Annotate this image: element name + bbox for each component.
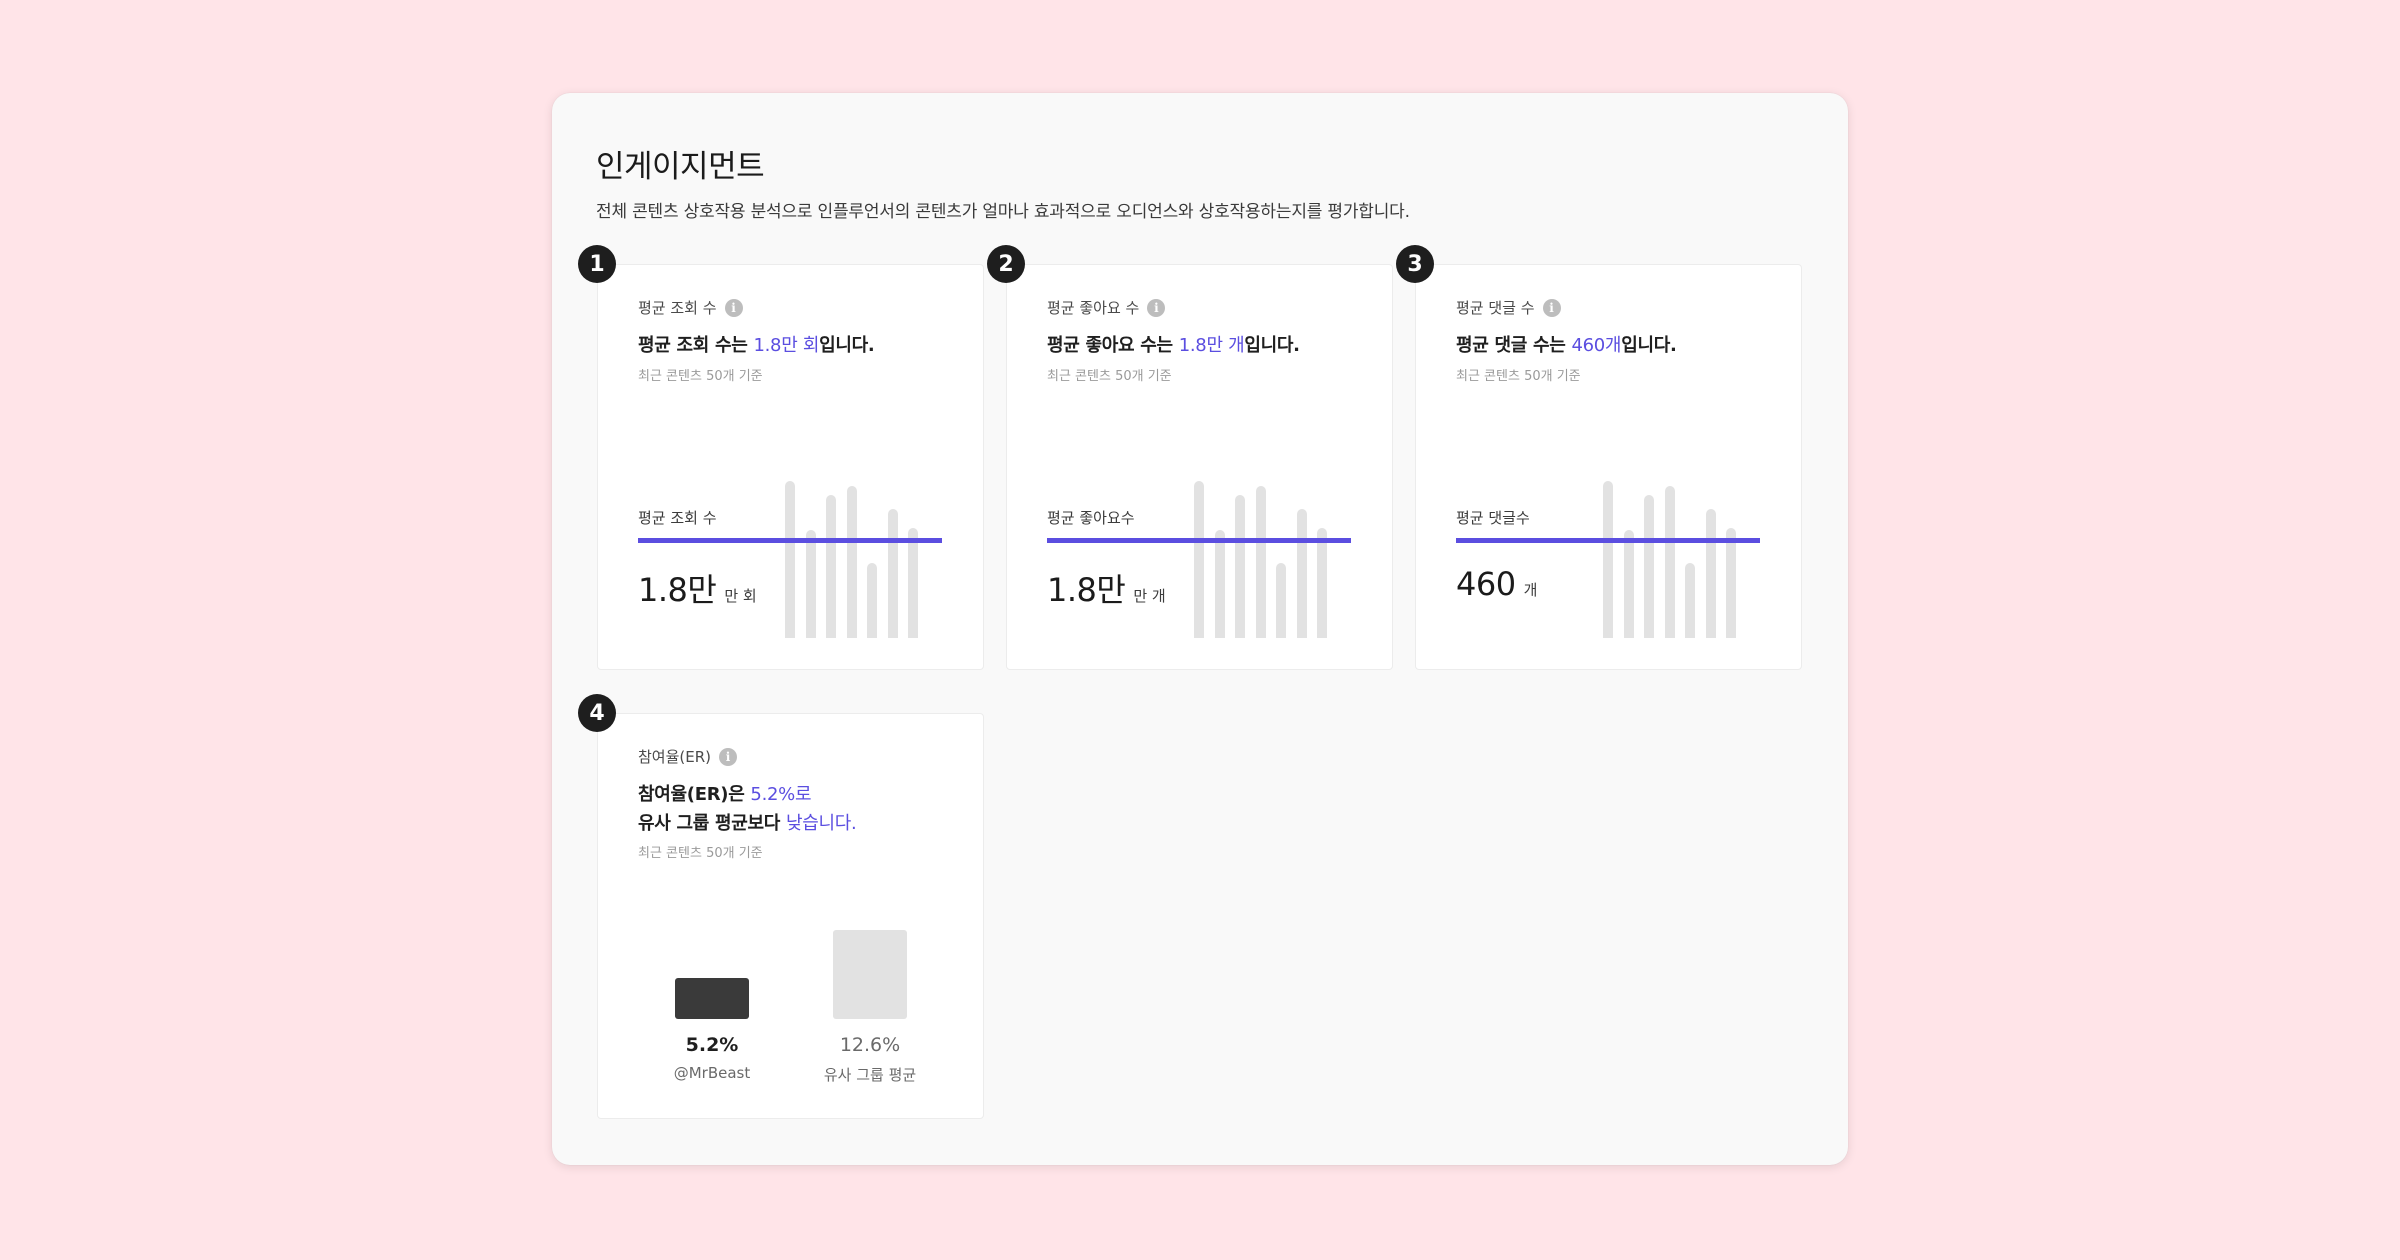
step-badge: 1: [578, 245, 616, 283]
content-bar: [887, 509, 898, 638]
engagement-rate-card: 4 참여율(ER) i 참여율(ER)은 5.2%로 유사 그룹 평균보다 낮습…: [578, 694, 984, 1119]
step-badge: 2: [987, 245, 1025, 283]
recent-content-bars: [1603, 481, 1753, 638]
group-er-bar-wrap: [833, 930, 907, 1019]
metric-value: 1.8만 만 회: [638, 565, 757, 611]
content-bar: [1276, 562, 1286, 638]
step-badge: 4: [578, 694, 616, 732]
step-badge: 3: [1396, 245, 1434, 283]
content-bar: [1317, 528, 1327, 638]
card-label-text: 평균 댓글 수: [1456, 299, 1535, 317]
recent-content-bars: [1194, 481, 1344, 638]
avg-comments-card: 3 평균 댓글 수 i 평균 댓글 수는 460개입니다. 최근 콘텐츠 50개…: [1396, 245, 1802, 670]
headline-suffix: 입니다.: [1244, 335, 1300, 356]
headline-text: 참여율(ER)은: [638, 784, 751, 805]
basis-note: 최근 콘텐츠 50개 기준: [1456, 369, 1581, 384]
engagement-panel: 인게이지먼트 전체 콘텐츠 상호작용 분석으로 인플루언서의 콘텐츠가 얼마나 …: [552, 93, 1848, 1165]
metric-value: 460 개: [1456, 565, 1537, 603]
self-er-bar-wrap: [675, 978, 749, 1019]
headline-text: 평균 좋아요 수는: [1047, 335, 1179, 356]
content-bar: [1603, 481, 1613, 638]
metric-label: 평균 조회 수: [638, 509, 717, 527]
card-headline: 평균 조회 수는 1.8만 회입니다.: [638, 331, 875, 360]
card-headline: 평균 댓글 수는 460개입니다.: [1456, 331, 1677, 360]
self-er-bar: [675, 978, 749, 1019]
headline-accent: 1.8만 개: [1178, 335, 1245, 356]
metric-unit: 만 회: [724, 587, 757, 605]
avg-likes-card: 2 평균 좋아요 수 i 평균 좋아요 수는 1.8만 개입니다. 최근 콘텐츠…: [987, 245, 1393, 670]
info-icon[interactable]: i: [724, 298, 743, 317]
recent-content-bars: [785, 481, 935, 638]
content-bar: [785, 481, 795, 638]
content-bar: [1214, 529, 1225, 638]
self-er-value: 5.2%: [685, 1034, 739, 1056]
card-label: 평균 좋아요 수 i: [1047, 297, 1166, 318]
card-label: 평균 댓글 수 i: [1456, 297, 1561, 318]
metric-number: 1.8만: [638, 571, 717, 609]
metric-number: 1.8만: [1047, 571, 1126, 609]
headline-suffix: 입니다.: [1621, 335, 1677, 356]
content-bar: [1623, 529, 1634, 638]
card-label-text: 참여율(ER): [638, 748, 712, 766]
card-label: 참여율(ER) i: [638, 746, 738, 767]
metric-unit: 만 개: [1133, 587, 1166, 605]
group-name: 유사 그룹 평균: [823, 1066, 917, 1084]
average-line: [1456, 538, 1760, 543]
card-label-text: 평균 조회 수: [638, 299, 717, 317]
content-bar: [1194, 481, 1204, 638]
page-title: 인게이지먼트: [596, 149, 765, 185]
group-er-value: 12.6%: [839, 1034, 901, 1056]
headline-text: 유사 그룹 평균보다: [638, 813, 786, 834]
content-bar: [1644, 495, 1654, 638]
self-name: @MrBeast: [673, 1064, 751, 1082]
content-bar: [1235, 495, 1245, 638]
headline-text: 평균 조회 수는: [638, 335, 754, 356]
info-icon[interactable]: i: [1147, 298, 1166, 317]
info-icon[interactable]: i: [719, 747, 738, 766]
content-bar: [1664, 485, 1675, 638]
content-bar: [908, 528, 918, 638]
page-description: 전체 콘텐츠 상호작용 분석으로 인플루언서의 콘텐츠가 얼마나 효과적으로 오…: [596, 202, 1410, 222]
content-bar: [1296, 509, 1307, 638]
content-bar: [1255, 485, 1266, 638]
headline-text: 평균 댓글 수는: [1456, 335, 1572, 356]
content-bar: [805, 529, 816, 638]
metric-label: 평균 댓글수: [1456, 509, 1530, 527]
metric-unit: 개: [1523, 581, 1538, 599]
metric-number: 460: [1456, 565, 1516, 603]
basis-note: 최근 콘텐츠 50개 기준: [638, 369, 763, 384]
group-er-bar: [833, 930, 907, 1019]
avg-views-card: 1 평균 조회 수 i 평균 조회 수는 1.8만 회입니다. 최근 콘텐츠 5…: [578, 245, 984, 670]
card-headline: 참여율(ER)은 5.2%로 유사 그룹 평균보다 낮습니다.: [638, 780, 857, 838]
content-bar: [1726, 528, 1736, 638]
metric-value: 1.8만 만 개: [1047, 565, 1166, 611]
metric-label: 평균 좋아요수: [1047, 509, 1135, 527]
headline-accent: 5.2%로: [750, 784, 812, 805]
basis-note: 최근 콘텐츠 50개 기준: [1047, 369, 1172, 384]
headline-suffix: 입니다.: [819, 335, 875, 356]
average-line: [638, 538, 942, 543]
content-bar: [846, 485, 857, 638]
headline-accent: 460개: [1571, 335, 1622, 356]
headline-accent: 낮습니다.: [785, 813, 857, 834]
basis-note: 최근 콘텐츠 50개 기준: [638, 846, 763, 861]
card-label-text: 평균 좋아요 수: [1047, 299, 1140, 317]
content-bar: [1705, 509, 1716, 638]
card-headline: 평균 좋아요 수는 1.8만 개입니다.: [1047, 331, 1300, 360]
card-label: 평균 조회 수 i: [638, 297, 743, 318]
content-bar: [826, 495, 836, 638]
average-line: [1047, 538, 1351, 543]
info-icon[interactable]: i: [1542, 298, 1561, 317]
content-bar: [867, 562, 877, 638]
content-bar: [1685, 562, 1695, 638]
headline-accent: 1.8만 회: [753, 335, 820, 356]
